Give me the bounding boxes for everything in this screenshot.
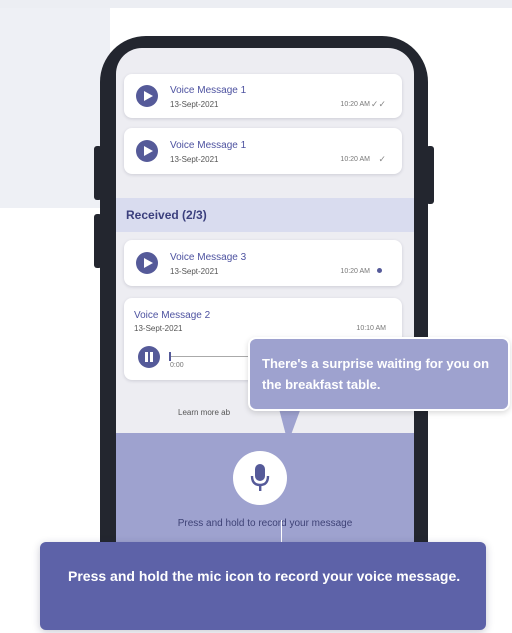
instruction-banner: Press and hold the mic icon to record yo…	[40, 542, 486, 630]
tooltip-bubble: There's a surprise waiting for you on th…	[248, 337, 510, 411]
tooltip-text: There's a surprise waiting for you on th…	[262, 356, 490, 392]
message-time: 10:20 AM	[340, 268, 370, 275]
message-title: Voice Message 1	[170, 85, 247, 96]
message-date: 13-Sept-2021	[134, 324, 183, 333]
page-background	[0, 0, 512, 8]
message-card[interactable]: Voice Message 1 13-Sept-2021 10:20 AM ✓	[124, 128, 402, 174]
audio-progress-handle[interactable]	[169, 352, 171, 361]
check-icon: ✓	[378, 154, 386, 164]
guide-line	[281, 520, 282, 544]
message-card[interactable]: Voice Message 1 13-Sept-2021 10:20 AM ✓✓	[124, 74, 402, 118]
instruction-text: Press and hold the mic icon to record yo…	[68, 568, 461, 584]
message-title: Voice Message 2	[134, 310, 211, 321]
message-card[interactable]: Voice Message 3 13-Sept-2021 10:20 AM	[124, 240, 402, 286]
message-title: Voice Message 3	[170, 252, 247, 263]
play-icon[interactable]	[136, 140, 158, 162]
play-icon[interactable]	[136, 85, 158, 107]
record-hint: Press and hold to record your message	[177, 518, 353, 529]
microphone-icon	[250, 464, 270, 491]
play-icon[interactable]	[136, 252, 158, 274]
elapsed-time: 0:00	[170, 362, 184, 369]
message-time: 10:20 AM	[340, 156, 370, 163]
message-time: 10:10 AM	[356, 325, 386, 332]
message-date: 13-Sept-2021	[170, 267, 219, 276]
learn-more-link[interactable]: Learn more ab	[178, 408, 230, 417]
received-section-header: Received (2/3)	[116, 198, 414, 232]
unread-dot-icon	[377, 268, 382, 273]
mic-button[interactable]	[233, 451, 287, 505]
message-date: 13-Sept-2021	[170, 155, 219, 164]
double-check-icon: ✓✓	[370, 99, 386, 109]
pause-icon[interactable]	[138, 346, 160, 368]
message-title: Voice Message 1	[170, 140, 247, 151]
message-date: 13-Sept-2021	[170, 100, 219, 109]
phone-screen: Voice Message 1 13-Sept-2021 10:20 AM ✓✓…	[116, 48, 414, 608]
section-title: Received (2/3)	[126, 208, 207, 222]
message-time: 10:20 AM	[340, 101, 370, 108]
